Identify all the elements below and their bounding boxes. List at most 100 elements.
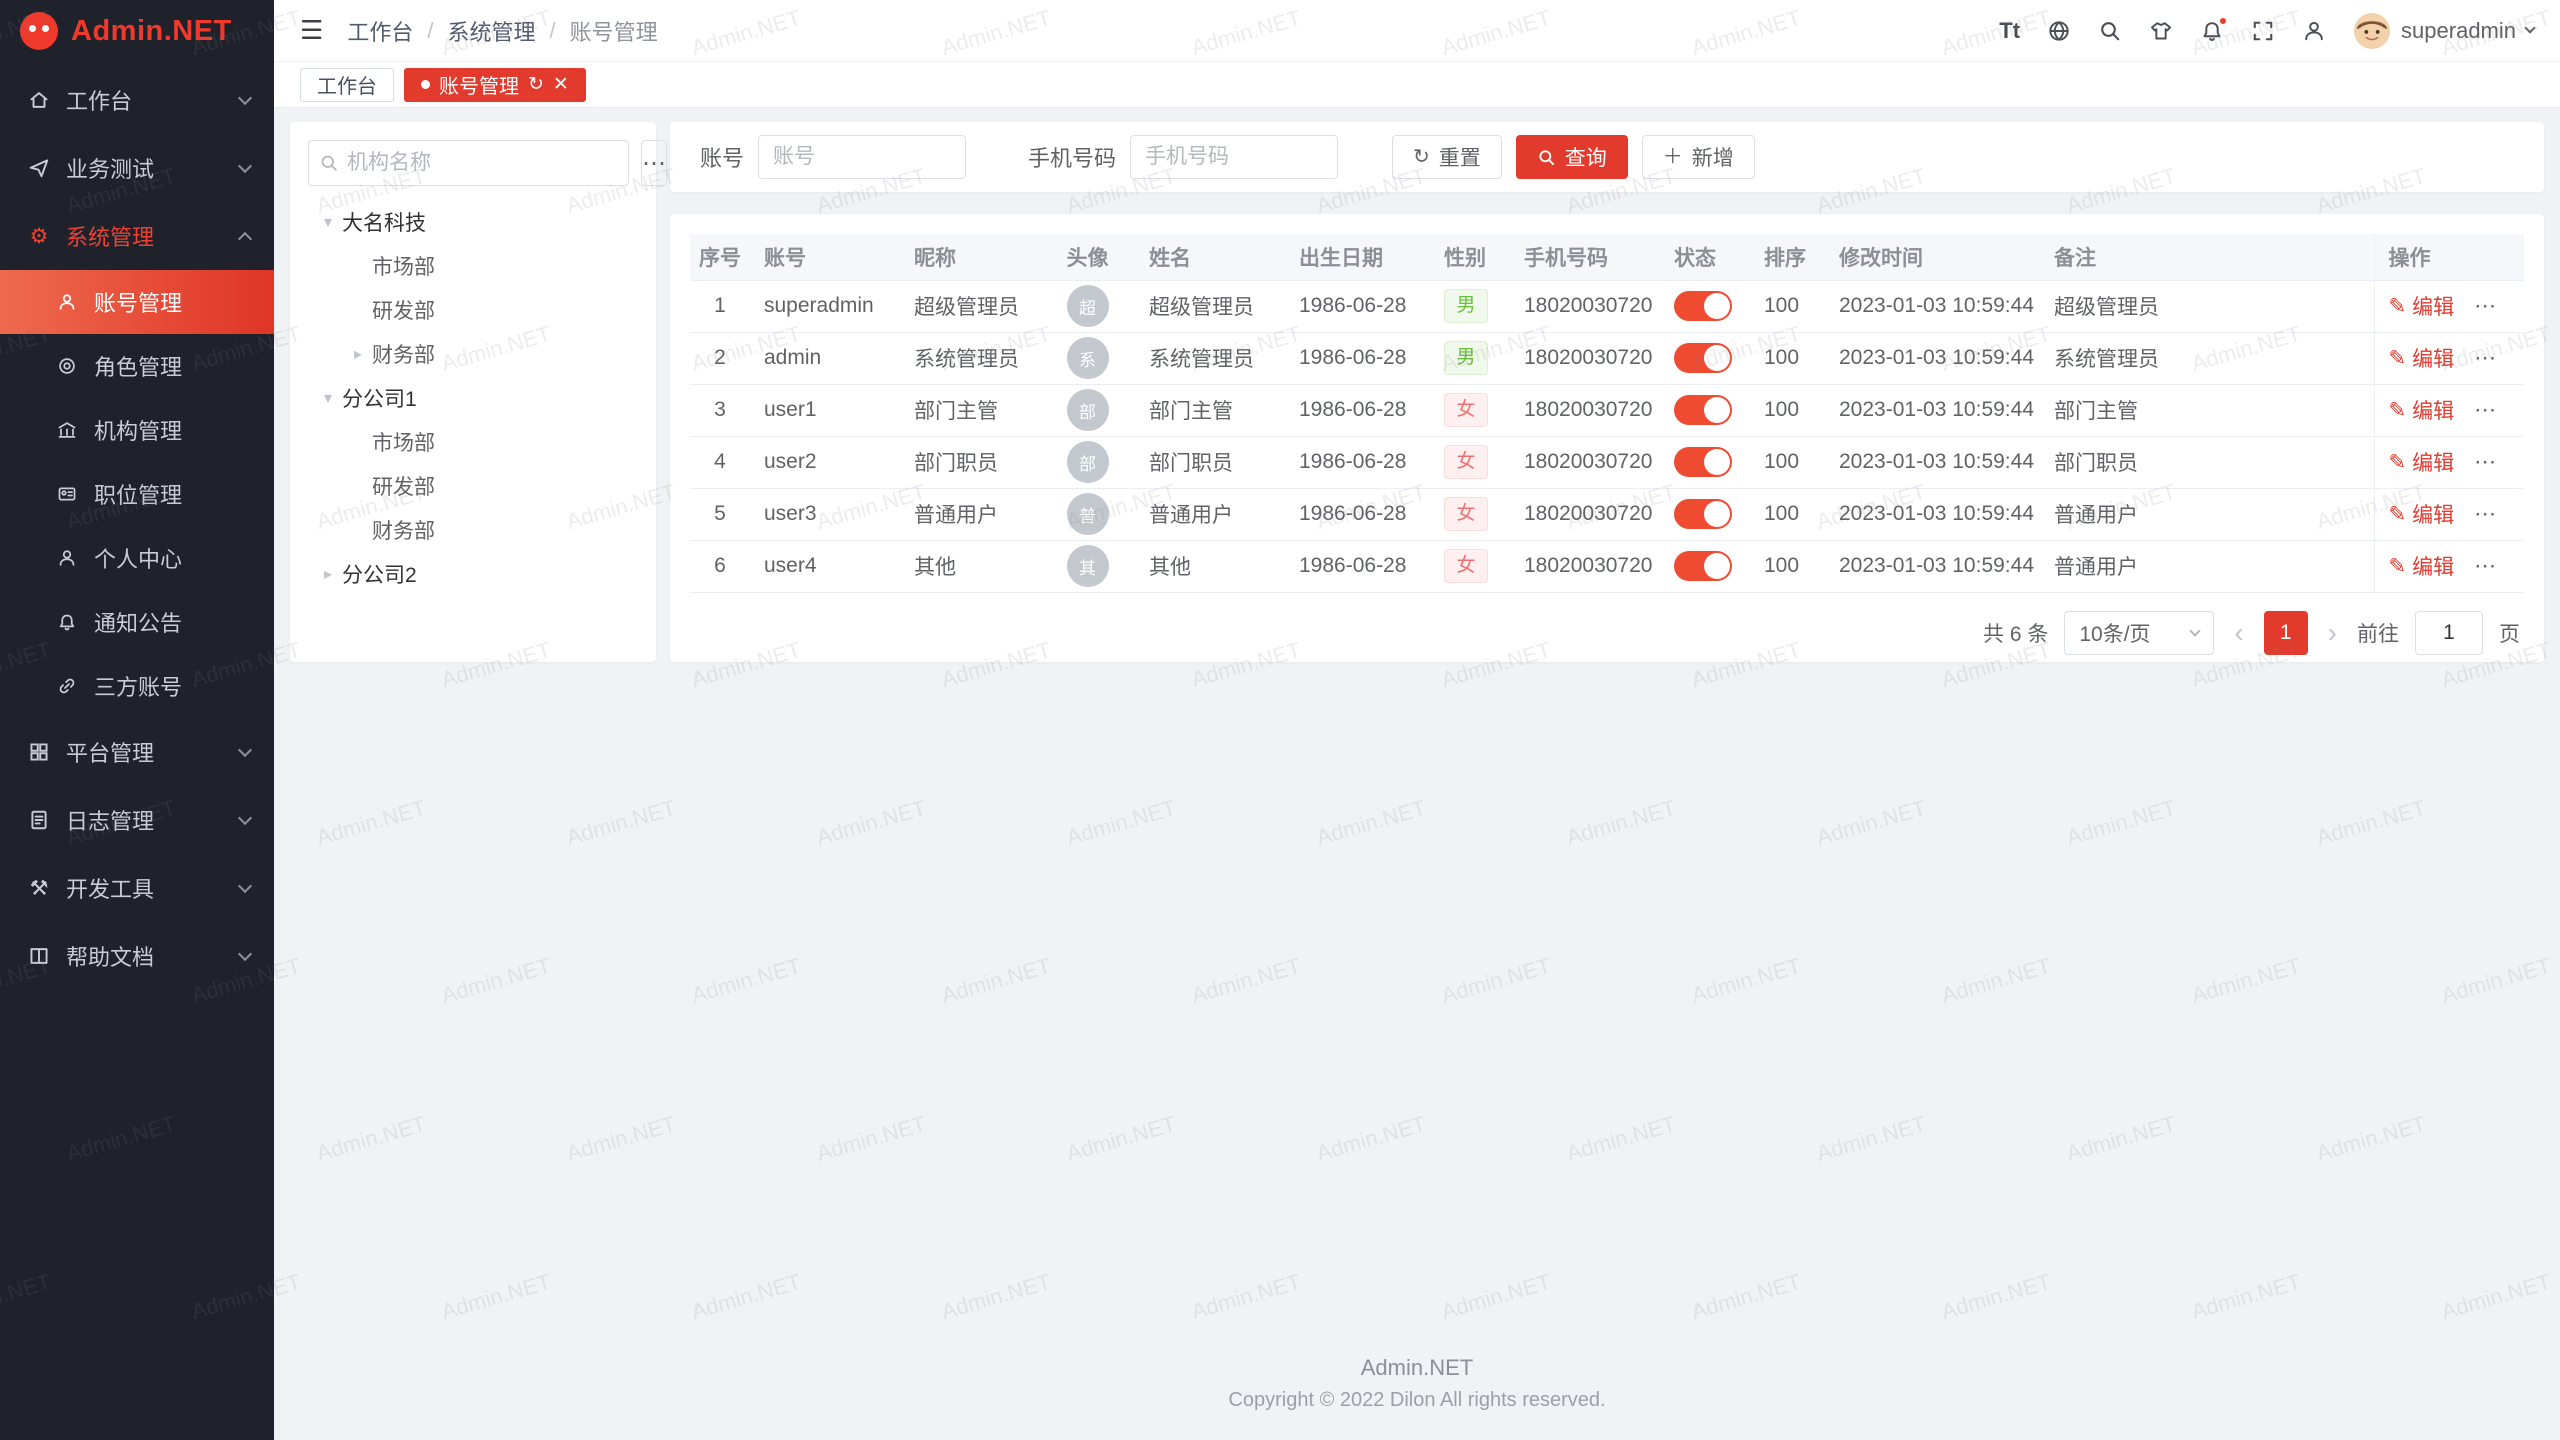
- more-actions-button[interactable]: ⋯: [2474, 345, 2496, 370]
- gender-badge: 女: [1444, 549, 1488, 583]
- app-root: Admin.NET 工作台 业务测试 ⚙ 系统管理: [0, 0, 2560, 1440]
- table-row: 1 superadmin 超级管理员 超 超级管理员 1986-06-28 男 …: [690, 280, 2524, 332]
- book-icon: [24, 945, 54, 967]
- org-search-box: [308, 140, 629, 186]
- current-page[interactable]: 1: [2264, 611, 2308, 655]
- close-icon[interactable]: ✕: [553, 73, 569, 96]
- chevron-down-icon: [238, 946, 252, 960]
- account-input[interactable]: [758, 135, 966, 179]
- user-panel-icon[interactable]: [2302, 19, 2326, 43]
- status-toggle[interactable]: [1674, 447, 1732, 477]
- more-actions-button[interactable]: ⋯: [2474, 501, 2496, 526]
- add-button[interactable]: ＋ 新增: [1642, 135, 1755, 179]
- theme-icon[interactable]: [2149, 19, 2173, 43]
- status-toggle[interactable]: [1674, 343, 1732, 373]
- edit-button[interactable]: ✎编辑: [2389, 291, 2455, 321]
- search-icon[interactable]: [2098, 19, 2122, 43]
- sidebar-item-platform-mgmt[interactable]: 平台管理: [0, 718, 274, 786]
- tree-node[interactable]: 市场部: [308, 420, 638, 464]
- tree-node[interactable]: ▸分公司2: [308, 552, 638, 596]
- edit-button[interactable]: ✎编辑: [2389, 551, 2455, 581]
- next-page-button[interactable]: ›: [2324, 617, 2341, 649]
- status-toggle[interactable]: [1674, 499, 1732, 529]
- breadcrumb-item[interactable]: 系统管理: [447, 15, 535, 47]
- hamburger-menu-button[interactable]: ☰: [300, 15, 323, 46]
- sidebar-item-system-mgmt[interactable]: ⚙ 系统管理: [0, 202, 274, 270]
- tree-node[interactable]: ▾大名科技: [308, 200, 638, 244]
- pencil-icon: ✎: [2389, 398, 2407, 423]
- tree-node[interactable]: 市场部: [308, 244, 638, 288]
- data-table: 序号 账号 昵称 头像 姓名 出生日期 性别 手机号码 状态 排序: [690, 234, 2524, 593]
- caret-icon[interactable]: ▸: [314, 564, 342, 584]
- sidebar-item-help-docs[interactable]: 帮助文档: [0, 922, 274, 990]
- org-search-input[interactable]: [347, 151, 618, 175]
- username: superadmin: [2401, 18, 2516, 44]
- tree-node[interactable]: 研发部: [308, 288, 638, 332]
- caret-icon[interactable]: ▾: [314, 212, 342, 232]
- sidebar-item-org-mgmt[interactable]: 机构管理: [0, 398, 274, 462]
- globe-icon[interactable]: [2047, 19, 2071, 43]
- sidebar-item-business-test[interactable]: 业务测试: [0, 134, 274, 202]
- page-size-select[interactable]: 10条/页: [2064, 611, 2214, 655]
- table-row: 5 user3 普通用户 普 普通用户 1986-06-28 女 1802003…: [690, 488, 2524, 540]
- fullscreen-icon[interactable]: [2251, 19, 2275, 43]
- tree-node[interactable]: ▾分公司1: [308, 376, 638, 420]
- home-icon: [24, 89, 54, 111]
- query-form: 账号 手机号码 ↻ 重置 查询: [670, 122, 2544, 192]
- edit-button[interactable]: ✎编辑: [2389, 447, 2455, 477]
- more-actions-button[interactable]: ⋯: [2474, 553, 2496, 578]
- more-actions-button[interactable]: ⋯: [2474, 449, 2496, 474]
- notification-bell-icon[interactable]: [2200, 19, 2224, 43]
- goto-page-input[interactable]: [2415, 611, 2483, 655]
- caret-icon[interactable]: ▸: [344, 344, 372, 364]
- search-icon: [319, 153, 339, 173]
- pencil-icon: ✎: [2389, 346, 2407, 371]
- more-actions-button[interactable]: ⋯: [2474, 397, 2496, 422]
- font-size-icon[interactable]: Tt: [1999, 18, 2020, 44]
- sidebar: Admin.NET 工作台 业务测试 ⚙ 系统管理: [0, 0, 274, 1440]
- top-bar: ☰ 工作台 / 系统管理 / 账号管理 Tt: [274, 0, 2560, 62]
- edit-button[interactable]: ✎编辑: [2389, 395, 2455, 425]
- avatar: 普: [1067, 493, 1109, 535]
- gear-icon: ⚙: [24, 224, 54, 249]
- sidebar-item-role-mgmt[interactable]: 角色管理: [0, 334, 274, 398]
- breadcrumb-item[interactable]: 工作台: [347, 15, 413, 47]
- sidebar-item-announcements[interactable]: 通知公告: [0, 590, 274, 654]
- gender-badge: 女: [1444, 393, 1488, 427]
- sidebar-item-dev-tools[interactable]: ⚒ 开发工具: [0, 854, 274, 922]
- sidebar-item-log-mgmt[interactable]: 日志管理: [0, 786, 274, 854]
- tree-node[interactable]: 财务部: [308, 508, 638, 552]
- reset-button[interactable]: ↻ 重置: [1392, 135, 1502, 179]
- edit-button[interactable]: ✎编辑: [2389, 499, 2455, 529]
- tab-account-mgmt[interactable]: 账号管理 ↻ ✕: [404, 68, 586, 102]
- status-toggle[interactable]: [1674, 551, 1732, 581]
- sidebar-item-position-mgmt[interactable]: 职位管理: [0, 462, 274, 526]
- gender-badge: 男: [1444, 289, 1488, 323]
- gender-badge: 女: [1444, 497, 1488, 531]
- notification-badge: [2218, 16, 2228, 26]
- status-toggle[interactable]: [1674, 291, 1732, 321]
- sidebar-item-account-mgmt[interactable]: 账号管理: [0, 270, 274, 334]
- refresh-icon[interactable]: ↻: [528, 73, 544, 96]
- pencil-icon: ✎: [2389, 450, 2407, 475]
- more-button[interactable]: ⋯: [641, 140, 667, 186]
- prev-page-button[interactable]: ‹: [2230, 617, 2247, 649]
- table-row: 6 user4 其他 其 其他 1986-06-28 女 18020030720: [690, 540, 2524, 592]
- user-icon: [52, 292, 82, 312]
- edit-button[interactable]: ✎编辑: [2389, 343, 2455, 373]
- phone-input[interactable]: [1130, 135, 1338, 179]
- sidebar-item-third-party[interactable]: 三方账号: [0, 654, 274, 718]
- more-actions-button[interactable]: ⋯: [2474, 293, 2496, 318]
- tab-workbench[interactable]: 工作台: [300, 68, 394, 102]
- caret-icon[interactable]: ▾: [314, 388, 342, 408]
- tree-node[interactable]: 研发部: [308, 464, 638, 508]
- search-button[interactable]: 查询: [1516, 135, 1628, 179]
- sidebar-item-personal-center[interactable]: 个人中心: [0, 526, 274, 590]
- chevron-down-icon: [2524, 22, 2535, 33]
- tree-node[interactable]: ▸财务部: [308, 332, 638, 376]
- status-toggle[interactable]: [1674, 395, 1732, 425]
- user-menu[interactable]: superadmin: [2353, 12, 2534, 50]
- sidebar-item-workbench[interactable]: 工作台: [0, 66, 274, 134]
- table-row: 3 user1 部门主管 部 部门主管 1986-06-28 女 1802003…: [690, 384, 2524, 436]
- table-header-row: 序号 账号 昵称 头像 姓名 出生日期 性别 手机号码 状态 排序: [690, 234, 2524, 280]
